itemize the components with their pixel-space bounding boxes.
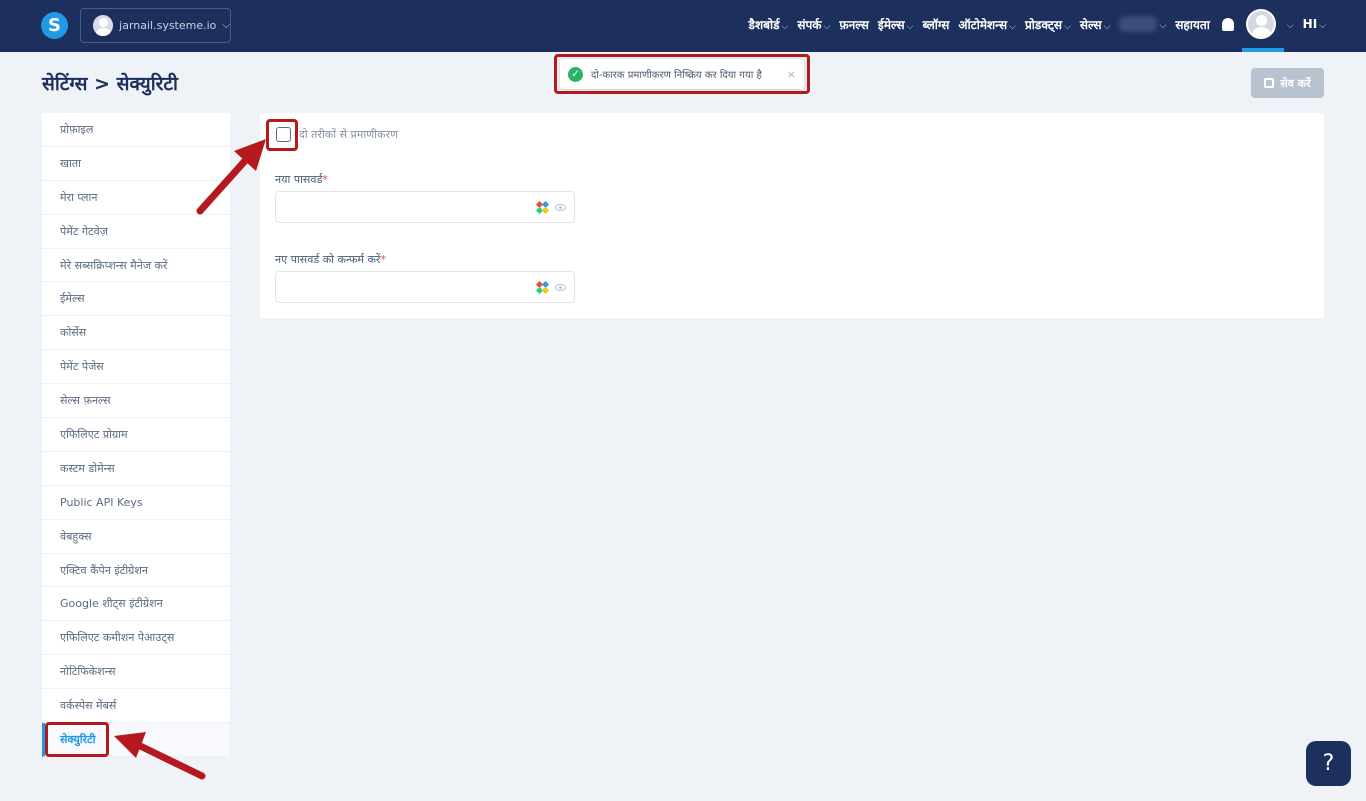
required-mark: * [322,173,328,186]
new-password-label: नया पासवर्ड* [275,172,328,187]
save-button[interactable]: सेव करें [1251,68,1324,98]
top-navbar: S jarnail.systeme.io ⌵ डैशबोर्ड ⌵ संपर्क ⌵… [0,0,1366,52]
nav-automations[interactable]: ऑटोमेशन्स ⌵ [958,16,1016,33]
sidebar-item-courses[interactable]: कोर्सेस [42,316,230,351]
active-indicator [1242,48,1284,52]
nav-label: ईमेल्स [877,17,905,32]
sidebar-item-payment-gateways[interactable]: पेमेंट गेटवेज़ [42,215,230,249]
save-label: सेव करें [1280,76,1311,90]
nav-label: संपर्क [797,17,822,32]
two-factor-label: दो तरीकों से प्रमाणीकरण [299,128,398,141]
sidebar-item-manage-subscriptions[interactable]: मेरे सब्सक्रिप्शन्स मैनेज करें [42,249,230,283]
annotation-highlight-checkbox [266,119,298,151]
nav-products[interactable]: प्रोडक्ट्स ⌵ [1025,16,1071,33]
chevron-down-icon: ⌵ [906,21,914,32]
confirm-password-field[interactable] [275,271,575,303]
nav-label: डैशबोर्ड [748,17,780,32]
sidebar-item-profile[interactable]: प्रोफ़ाइल [42,113,230,147]
language-label: HI [1302,17,1318,31]
blurred-content [1119,16,1158,32]
sidebar-item-activecampaign[interactable]: एक्टिव कैंपेन इंटीग्रेशन [42,554,230,588]
bell-icon[interactable] [1221,17,1234,31]
nav-label: ब्लॉग्स [922,17,950,32]
annotation-highlight-security [45,722,109,757]
user-avatar[interactable] [1245,9,1276,39]
help-button[interactable]: ? [1306,741,1351,786]
sidebar-item-webhooks[interactable]: वेबहुक्स [42,520,230,554]
nav-emails[interactable]: ईमेल्स ⌵ [878,16,914,33]
nav-funnels[interactable]: फ़नल्स [839,16,869,33]
chevron-down-icon: ⌵ [823,21,831,32]
password-manager-icon[interactable] [535,200,550,215]
sidebar-item-my-plan[interactable]: मेरा प्लान [42,181,230,215]
nav-label: प्रोडक्ट्स [1024,17,1063,32]
workspace-avatar [93,15,114,36]
label-text: नए पासवर्ड को कन्फर्म करें [275,253,381,266]
sidebar-item-affiliate-program[interactable]: एफिलिएट प्रोग्राम [42,418,230,452]
sidebar-item-workspace-members[interactable]: वर्कस्पेस मेंबर्स [42,689,230,724]
nav-label: ऑटोमेशन्स [958,17,1008,32]
nav-label: सेल्स [1079,17,1102,32]
sidebar-item-custom-domains[interactable]: कस्टम डोमेन्स [42,452,230,486]
nav-blurred-item[interactable]: ⌵ [1119,16,1166,32]
sidebar-item-public-api-keys[interactable]: Public API Keys [42,486,230,520]
page-title: सेटिंग्स > सेक्युरिटी [42,73,178,95]
nav-sales[interactable]: सेल्स ⌵ [1080,16,1111,33]
sidebar-item-account[interactable]: खाता [42,147,230,181]
chevron-down-icon: ⌵ [1286,21,1294,31]
password-manager-icon[interactable] [535,280,550,295]
chevron-down-icon: ⌵ [781,21,789,32]
confirm-password-label: नए पासवर्ड को कन्फर्म करें* [275,252,386,267]
chevron-down-icon: ⌵ [222,20,230,31]
chevron-down-icon: ⌵ [1103,21,1111,32]
label-text: नया पासवर्ड [275,173,323,186]
sidebar-item-sales-funnels[interactable]: सेल्स फ़नल्स [42,384,230,419]
workspace-name: jarnail.systeme.io [119,19,217,32]
settings-sidebar: प्रोफ़ाइल खाता मेरा प्लान पेमेंट गेटवेज़… [42,113,230,757]
security-panel: दो तरीकों से प्रमाणीकरण नया पासवर्ड* नए … [260,113,1324,318]
chevron-down-icon: ⌵ [1009,21,1016,32]
systeme-logo[interactable]: S [41,12,68,39]
eye-icon[interactable] [555,284,566,291]
chevron-down-icon: ⌵ [1159,20,1167,31]
nav-contacts[interactable]: संपर्क ⌵ [797,16,830,33]
nav-dashboard[interactable]: डैशबोर्ड ⌵ [749,16,789,33]
annotation-highlight-toast [554,54,810,94]
nav-help[interactable]: सहायता [1175,16,1210,33]
nav-blogs[interactable]: ब्लॉग्स [923,16,950,33]
avatar-chevron[interactable]: ⌵ [1285,17,1294,31]
chevron-down-icon: ⌵ [1319,21,1326,31]
language-selector[interactable]: HI ⌵ [1303,17,1326,31]
main-nav: डैशबोर्ड ⌵ संपर्क ⌵ फ़नल्स ईमेल्स ⌵ ब्लॉग्स… [740,0,1326,48]
required-mark: * [380,253,386,266]
sidebar-item-emails[interactable]: ईमेल्स [42,282,230,317]
save-icon [1264,78,1275,88]
eye-icon[interactable] [555,204,566,211]
chevron-down-icon: ⌵ [1064,21,1071,32]
sidebar-item-notifications[interactable]: नोटिफिकेशन्स [42,655,230,690]
sidebar-item-google-sheets[interactable]: Google शीट्स इंटीग्रेशन [42,587,230,622]
sidebar-item-affiliate-payouts[interactable]: एफिलिएट कमीशन पेआउट्स [42,621,230,656]
nav-label: फ़नल्स [839,17,869,32]
sidebar-item-payment-pages[interactable]: पेमेंट पेजेस [42,350,230,385]
new-password-field[interactable] [275,191,575,223]
workspace-selector[interactable]: jarnail.systeme.io ⌵ [80,8,231,43]
